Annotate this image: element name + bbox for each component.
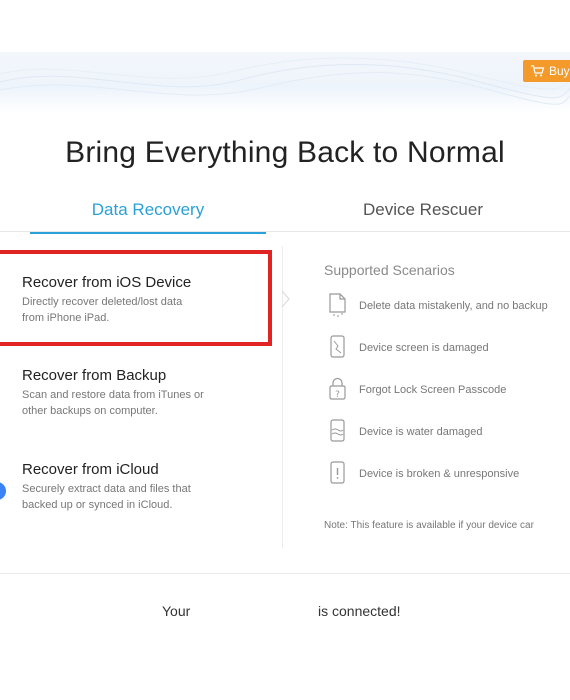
scenario-label: Forgot Lock Screen Passcode bbox=[359, 384, 507, 396]
option-title: Recover from iCloud bbox=[22, 461, 159, 478]
tab-data-recovery[interactable]: Data Recovery bbox=[30, 196, 266, 234]
file-delete-icon bbox=[329, 293, 346, 317]
option-desc-line2: other backups on computer. bbox=[22, 405, 158, 417]
option-title: Recover from Backup bbox=[22, 367, 167, 384]
device-alert-icon bbox=[330, 461, 345, 484]
feature-note: Note: This feature is available if your … bbox=[324, 520, 534, 531]
option-backup[interactable]: Recover from Backup Scan and restore dat… bbox=[22, 367, 272, 419]
cart-icon bbox=[531, 65, 545, 77]
scenario-label: Device screen is damaged bbox=[359, 342, 489, 354]
tab-divider bbox=[0, 231, 570, 232]
scenario-item: ? Forgot Lock Screen Passcode bbox=[324, 376, 570, 418]
page-title: Bring Everything Back to Normal bbox=[65, 136, 505, 169]
tab-bar: Data Recovery Device Rescuer bbox=[0, 196, 570, 234]
option-desc-line2: backed up or synced in iCloud. bbox=[22, 499, 173, 511]
scenarios-title: Supported Scenarios bbox=[324, 262, 455, 278]
scenario-item: Device is broken & unresponsive bbox=[324, 460, 570, 502]
buy-button-label: Buy bbox=[549, 64, 570, 78]
chevron-right-icon bbox=[281, 290, 290, 308]
broken-screen-icon bbox=[330, 335, 345, 358]
option-desc-line1: Scan and restore data from iTunes or bbox=[22, 389, 204, 401]
option-desc-line1: Securely extract data and files that bbox=[22, 483, 191, 495]
selection-highlight bbox=[0, 250, 272, 346]
water-damage-icon bbox=[330, 419, 345, 442]
scenarios-panel: Supported Scenarios Delete data mistaken… bbox=[324, 262, 570, 502]
scenario-label: Device is water damaged bbox=[359, 426, 483, 438]
tab-device-rescuer[interactable]: Device Rescuer bbox=[300, 196, 546, 232]
lock-question-icon: ? bbox=[329, 377, 346, 400]
scenario-label: Device is broken & unresponsive bbox=[359, 468, 520, 480]
scenario-label: Delete data mistakenly, and no backup bbox=[359, 300, 548, 312]
header-banner bbox=[0, 52, 570, 112]
connection-status-part2: is connected! bbox=[318, 603, 401, 619]
option-icloud[interactable]: Recover from iCloud Securely extract dat… bbox=[22, 461, 272, 513]
buy-button[interactable]: Buy bbox=[523, 60, 570, 82]
svg-text:?: ? bbox=[335, 390, 340, 400]
connection-status-part1: Your bbox=[162, 603, 191, 619]
scenario-item: Delete data mistakenly, and no backup bbox=[324, 292, 570, 334]
footer-divider bbox=[0, 573, 570, 574]
scenario-item: Device is water damaged bbox=[324, 418, 570, 460]
scenario-item: Device screen is damaged bbox=[324, 334, 570, 376]
